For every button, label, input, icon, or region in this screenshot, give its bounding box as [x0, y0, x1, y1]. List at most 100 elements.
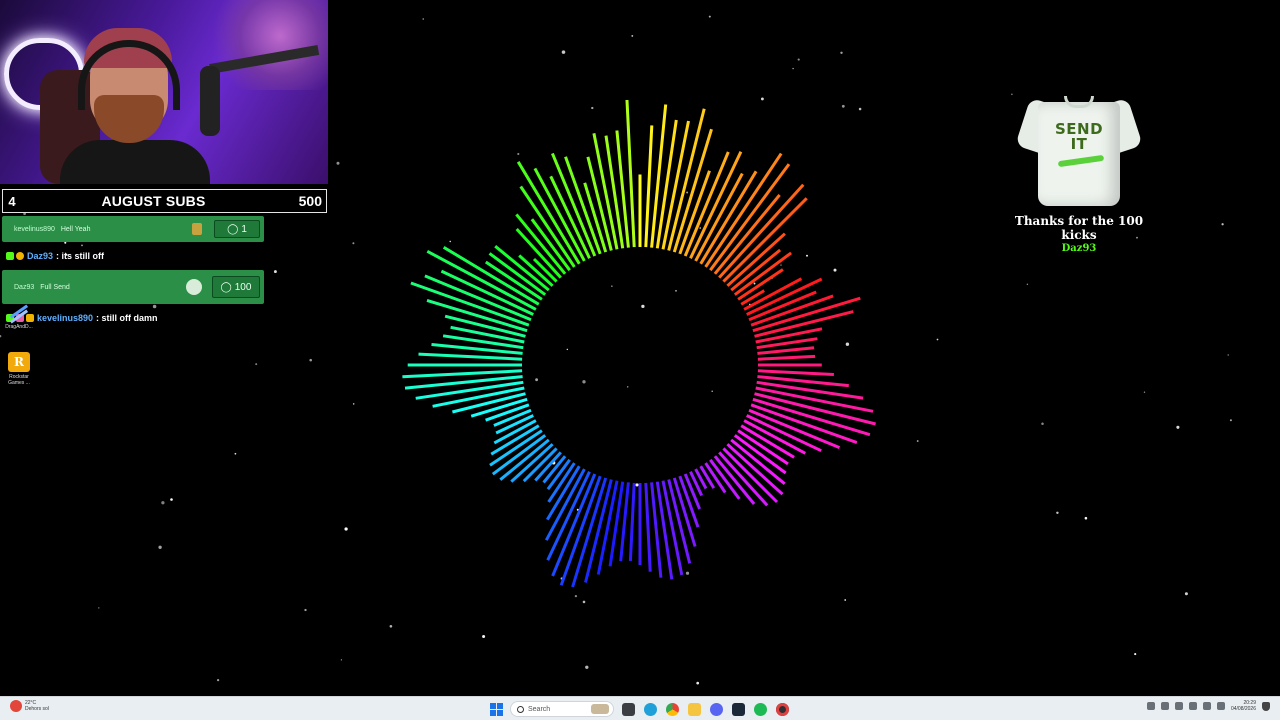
star: [482, 635, 486, 638]
taskbar-app-file-explorer[interactable]: [620, 701, 636, 717]
chat-text: : still off damn: [96, 313, 158, 323]
taskbar-app-folder[interactable]: [686, 701, 702, 717]
star: [1229, 419, 1232, 422]
visualizer-bar: [564, 156, 602, 255]
visualizer-bar: [650, 104, 668, 248]
visualizer-bar: [757, 369, 834, 376]
taskbar-app-spotify[interactable]: [752, 701, 768, 717]
star: [585, 665, 589, 669]
weather-widget[interactable]: 22°C Dehors sol: [10, 700, 49, 712]
volume-icon[interactable]: [1202, 702, 1211, 710]
weather-condition: Dehors sol: [25, 706, 49, 712]
trophy-icon: [192, 223, 202, 235]
star: [340, 659, 343, 661]
star: [389, 624, 393, 628]
kicks-alert: SEND IT Thanks for the 100 kicks Daz93: [996, 92, 1162, 254]
spotify-icon: [753, 702, 767, 716]
gift-username: Daz93: [14, 283, 35, 291]
star: [158, 545, 162, 549]
star: [792, 67, 794, 70]
visualizer-bar: [516, 161, 581, 265]
chat-username: Daz93: [27, 251, 54, 261]
taskbar-search[interactable]: Search: [510, 701, 614, 717]
visualizer-bar: [644, 125, 654, 248]
tray-app-icon[interactable]: [1160, 702, 1169, 710]
chat-text: : its still off: [56, 251, 105, 261]
star: [336, 161, 340, 165]
tray-app-icon[interactable]: [1174, 702, 1183, 710]
star: [234, 452, 237, 455]
webcam-overlay: [0, 0, 328, 184]
system-tray: 20:29 04/08/2026: [1146, 700, 1270, 712]
drag-drop-icon: [8, 302, 30, 324]
star: [255, 363, 258, 366]
battery-icon[interactable]: [1216, 702, 1225, 710]
microphone-icon: [200, 66, 220, 136]
visualizer-bar: [746, 277, 823, 316]
subs-goal-bar: 4 AUGUST SUBS 500: [2, 189, 327, 213]
obs-icon: [775, 702, 789, 716]
visualizer-bar: [757, 354, 816, 361]
tshirt-print-line: IT: [1070, 135, 1088, 153]
chrome-icon: [665, 702, 679, 716]
kicks-coin-icon: ◯: [220, 281, 232, 293]
star: [216, 678, 220, 682]
gift-message: Full Send: [40, 283, 70, 291]
notification-bell-icon[interactable]: [1262, 701, 1270, 711]
star: [1184, 592, 1188, 596]
visualizer-bar: [544, 468, 586, 541]
star: [1227, 354, 1229, 356]
star: [1143, 391, 1146, 393]
desktop-icon-draganddrop[interactable]: DragAndD...: [2, 302, 36, 330]
clock-date: 04/08/2026: [1230, 706, 1256, 712]
star: [696, 681, 700, 685]
windows-taskbar: 22°C Dehors sol Search 20:29 04/08/2026: [0, 696, 1280, 720]
star: [161, 501, 165, 505]
star: [840, 51, 843, 54]
desktop-icon-label: DragAndD...: [5, 324, 33, 330]
taskbar-app-steam[interactable]: [730, 701, 746, 717]
taskbar-app-obs[interactable]: [774, 701, 790, 717]
weather-text: 22°C Dehors sol: [25, 700, 49, 712]
star: [1176, 425, 1180, 429]
visualizer-bar: [402, 369, 523, 379]
taskbar-app-edge[interactable]: [642, 701, 658, 717]
tray-overflow-icon[interactable]: [1146, 702, 1155, 710]
desktop-icon-rockstar[interactable]: R Rockstar Games ...: [2, 352, 36, 386]
star: [309, 358, 312, 362]
star: [352, 242, 355, 245]
taskbar-app-discord[interactable]: [708, 701, 724, 717]
edge-icon: [643, 702, 657, 716]
taskbar-apps: Search: [488, 699, 790, 719]
user-badges: [6, 252, 24, 260]
windows-logo-icon: [489, 702, 503, 716]
search-icon: [517, 705, 524, 713]
start-button[interactable]: [488, 701, 504, 717]
alert-title: Thanks for the 100 kicks: [1014, 214, 1144, 242]
star: [304, 608, 307, 612]
alert-username: Daz93: [1061, 243, 1097, 254]
file-explorer-icon: [621, 702, 635, 716]
star: [352, 403, 355, 405]
kicks-gift-card: kevelinus890 Hell Yeah ◯ 1: [2, 216, 264, 242]
star: [344, 527, 348, 531]
kick-badge-icon: [6, 252, 14, 260]
star: [797, 58, 800, 61]
star: [273, 270, 277, 274]
star: [1134, 653, 1137, 656]
weather-icon: [10, 700, 22, 712]
visualizer-bar: [625, 100, 636, 248]
subscriber-badge-icon: [16, 252, 24, 260]
visualizer-bar: [510, 443, 554, 483]
taskbar-clock[interactable]: 20:29 04/08/2026: [1231, 700, 1256, 712]
search-highlight-icon: [591, 704, 609, 714]
visualizer-bar: [757, 346, 815, 355]
kicks-gift-card: Daz93 Full Send ◯ 100: [2, 270, 264, 304]
taskbar-app-chrome[interactable]: [664, 701, 680, 717]
star: [916, 440, 919, 442]
visualizer-bar: [418, 352, 523, 361]
star: [1041, 422, 1044, 426]
kicks-amount-value: 100: [234, 281, 252, 293]
network-icon[interactable]: [1188, 702, 1197, 710]
webcam-background-light: [208, 0, 328, 90]
